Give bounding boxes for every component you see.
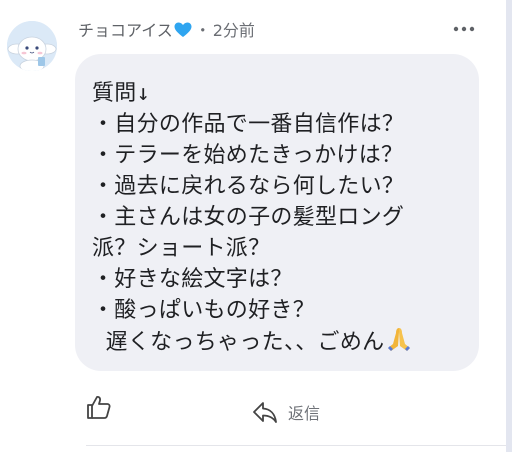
thumbs-up-icon[interactable] [86, 394, 112, 420]
cinnamoroll-avatar-icon [7, 21, 57, 71]
more-options-icon[interactable] [452, 20, 476, 38]
comment-body-text: 質問↓ ・自分の作品で一番自信作は？ ・テラーを始めたきっかけは？ ・過去に戻れ… [92, 81, 405, 355]
comment-body: 質問↓ ・自分の作品で一番自信作は？ ・テラーを始めたきっかけは？ ・過去に戻れ… [92, 78, 414, 361]
author-name[interactable]: チョコアイス [78, 21, 173, 40]
reply-arrow-icon [253, 402, 277, 423]
scrollbar-track [506, 0, 512, 452]
blue-heart-icon [174, 22, 192, 42]
divider [86, 445, 506, 446]
reply-button[interactable]: 返信 [252, 398, 320, 426]
comment-actions: 返信 [0, 390, 512, 430]
separator-dot: ・ [194, 21, 211, 40]
timestamp: 2分前 [212, 21, 255, 40]
folded-hands-icon [384, 326, 414, 361]
comment-header: チョコアイス ・ 2分前 [78, 17, 255, 42]
avatar[interactable] [7, 21, 57, 71]
reply-label: 返信 [288, 404, 321, 423]
